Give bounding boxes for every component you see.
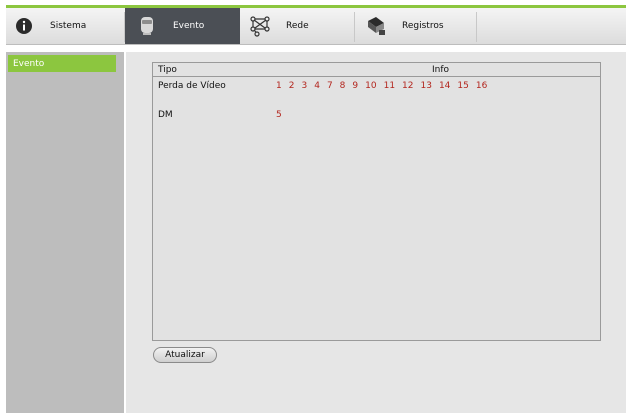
event-table: Tipo Info Perda de Vídeo 1 2 3 4 7 8 9 1… [152, 62, 601, 341]
network-icon [248, 14, 272, 38]
tab-label: Sistema [50, 21, 87, 31]
camera-icon [135, 14, 159, 38]
column-header-tipo: Tipo [158, 65, 177, 75]
channel-list: 1 2 3 4 7 8 9 10 11 12 13 14 15 16 [276, 81, 487, 91]
tab-divider [354, 12, 355, 42]
app-window: Sistema Evento Rede Registros Evento Tip… [6, 5, 626, 413]
column-header-info: Info [432, 65, 450, 75]
tab-evento[interactable]: Evento [125, 8, 240, 44]
channel-number: 13 [420, 81, 432, 91]
tab-bar: Sistema Evento Rede Registros [6, 8, 626, 45]
channel-number: 15 [457, 81, 469, 91]
tab-sistema[interactable]: Sistema [12, 8, 120, 44]
tab-rede[interactable]: Rede [242, 8, 352, 44]
channel-number: 12 [402, 81, 414, 91]
refresh-button[interactable]: Atualizar [153, 347, 217, 363]
channel-number: 8 [339, 81, 346, 91]
table-header: Tipo Info [153, 63, 600, 77]
info-icon [12, 14, 36, 38]
channel-number: 2 [288, 81, 295, 91]
tab-divider [476, 12, 477, 42]
tab-label: Evento [173, 21, 205, 31]
channel-number: 16 [475, 81, 488, 91]
channel-number: 9 [352, 81, 359, 91]
event-type: Perda de Vídeo [158, 81, 226, 91]
spacer [6, 45, 626, 52]
channel-number: 11 [383, 81, 396, 91]
event-type: DM [158, 110, 173, 120]
channel-number: 14 [438, 81, 451, 91]
table-row[interactable]: DM 5 [153, 110, 600, 122]
channel-number: 10 [365, 81, 377, 91]
sidebar: Evento [6, 52, 124, 413]
table-row[interactable]: Perda de Vídeo 1 2 3 4 7 8 9 10 11 12 13… [153, 81, 600, 93]
sidebar-item-label: Evento [13, 58, 45, 69]
sidebar-item-evento[interactable]: Evento [8, 55, 116, 72]
channel-number: 1 [276, 81, 282, 91]
channel-number: 5 [276, 110, 282, 120]
channel-number: 4 [314, 81, 320, 91]
tab-label: Registros [402, 21, 444, 31]
log-icon [364, 14, 388, 38]
tab-registros[interactable]: Registros [364, 8, 474, 44]
tab-label: Rede [286, 21, 309, 31]
channel-list: 5 [276, 110, 282, 120]
channel-number: 7 [326, 81, 333, 91]
main-content: Tipo Info Perda de Vídeo 1 2 3 4 7 8 9 1… [126, 52, 626, 413]
channel-number: 3 [301, 81, 308, 91]
